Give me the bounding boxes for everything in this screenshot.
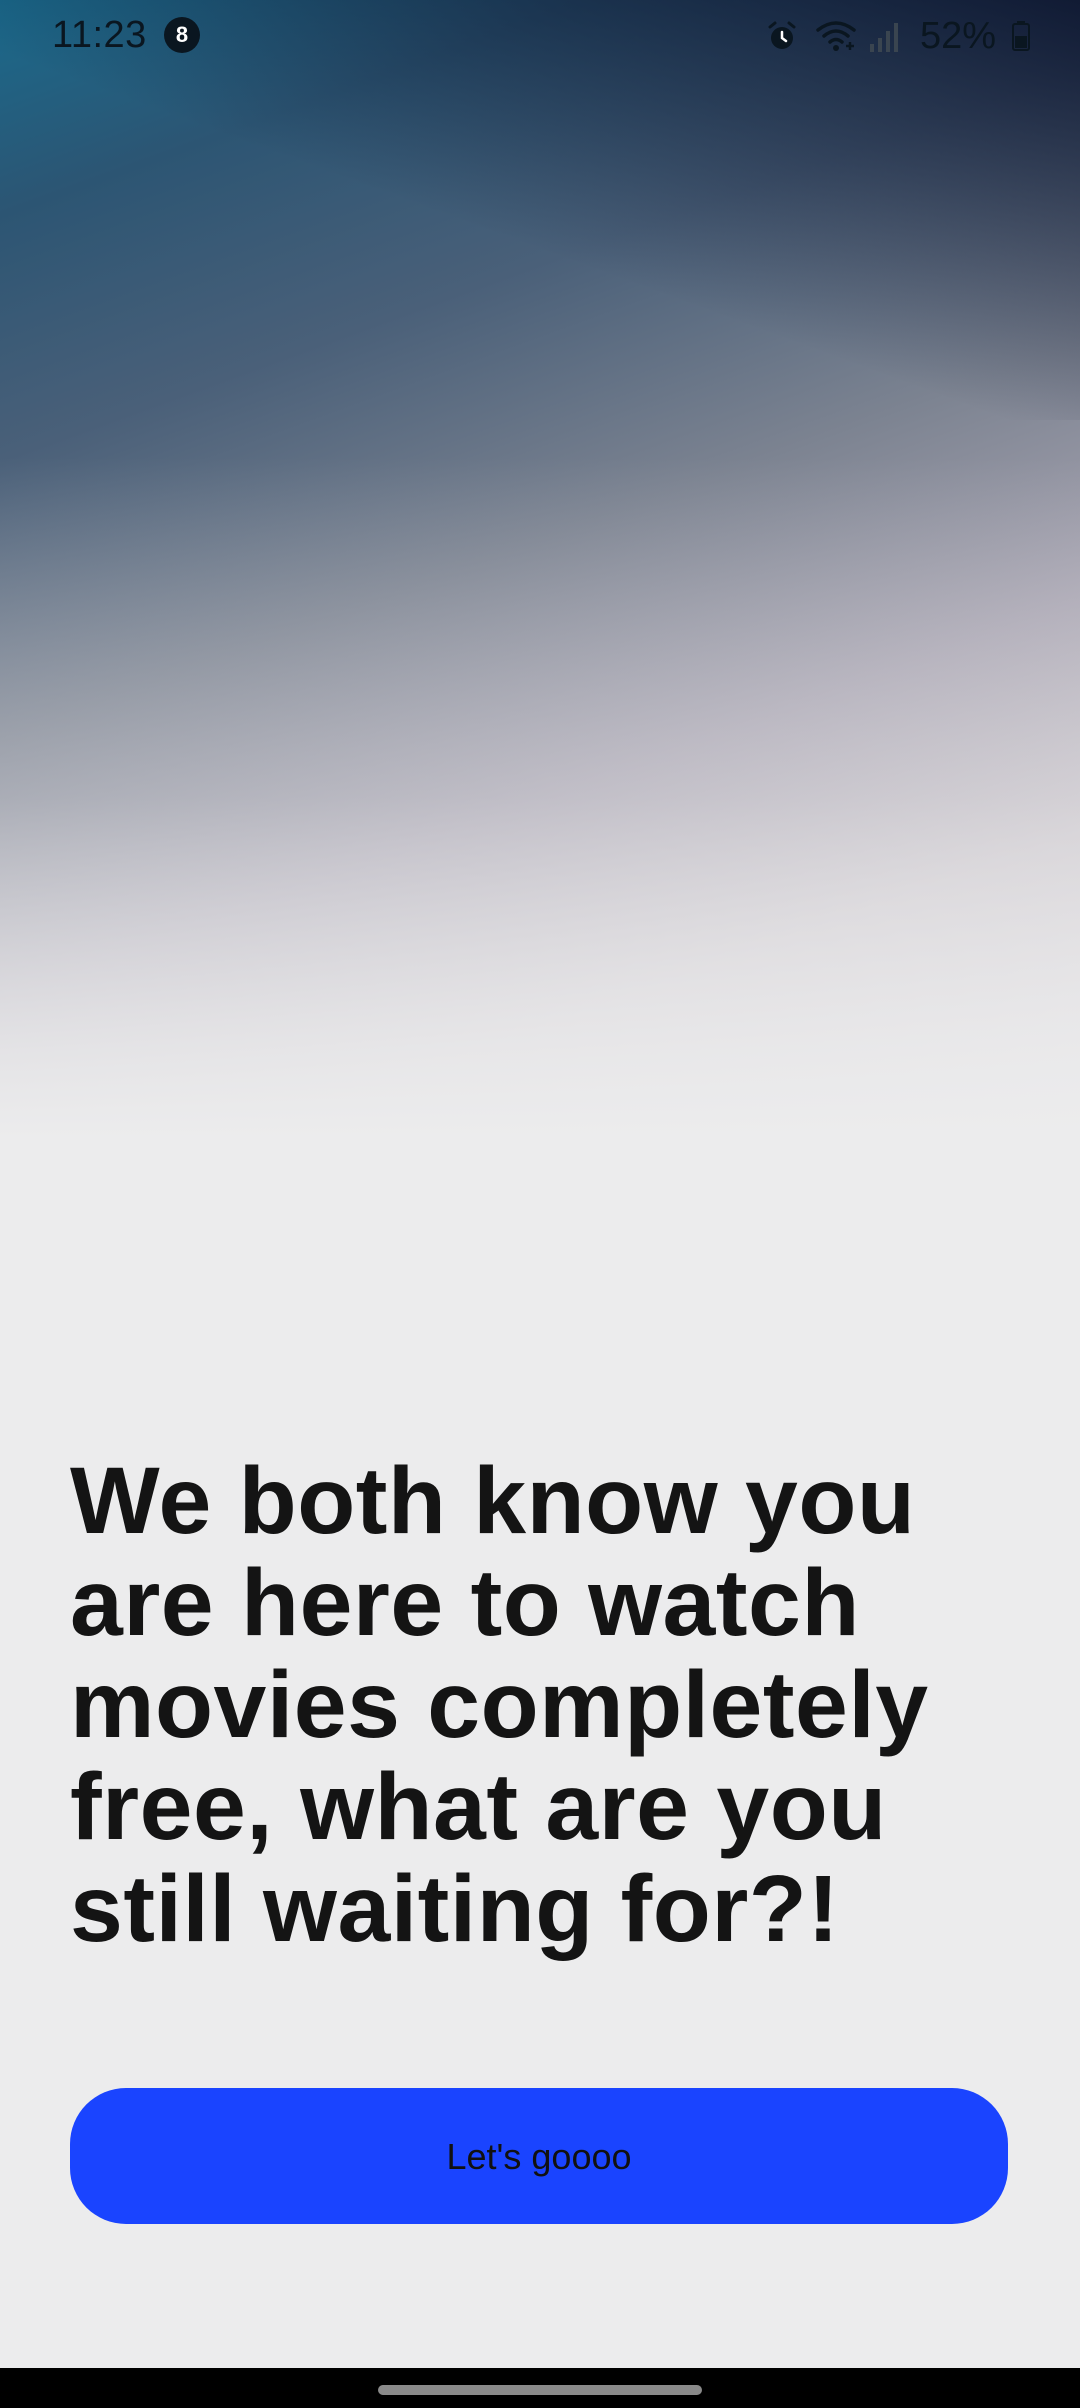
battery-icon bbox=[1012, 21, 1030, 51]
onboarding-headline: We both know you are here to watch movie… bbox=[70, 1448, 929, 1962]
status-bar: 11:23 8 52% bbox=[0, 0, 1080, 72]
home-indicator[interactable] bbox=[378, 2385, 702, 2395]
lets-go-button[interactable]: Let's goooo bbox=[70, 2088, 1008, 2224]
battery-percent: 52% bbox=[919, 14, 996, 57]
status-time: 11:23 bbox=[52, 14, 147, 56]
alarm-icon bbox=[764, 18, 800, 54]
onboarding-screen: 11:23 8 52% We both know you are here to… bbox=[0, 0, 1080, 2408]
wifi-icon bbox=[816, 18, 856, 54]
notification-count-badge: 8 bbox=[164, 17, 200, 53]
cellular-signal-icon bbox=[868, 18, 904, 54]
status-icons: 52% bbox=[764, 14, 1030, 58]
